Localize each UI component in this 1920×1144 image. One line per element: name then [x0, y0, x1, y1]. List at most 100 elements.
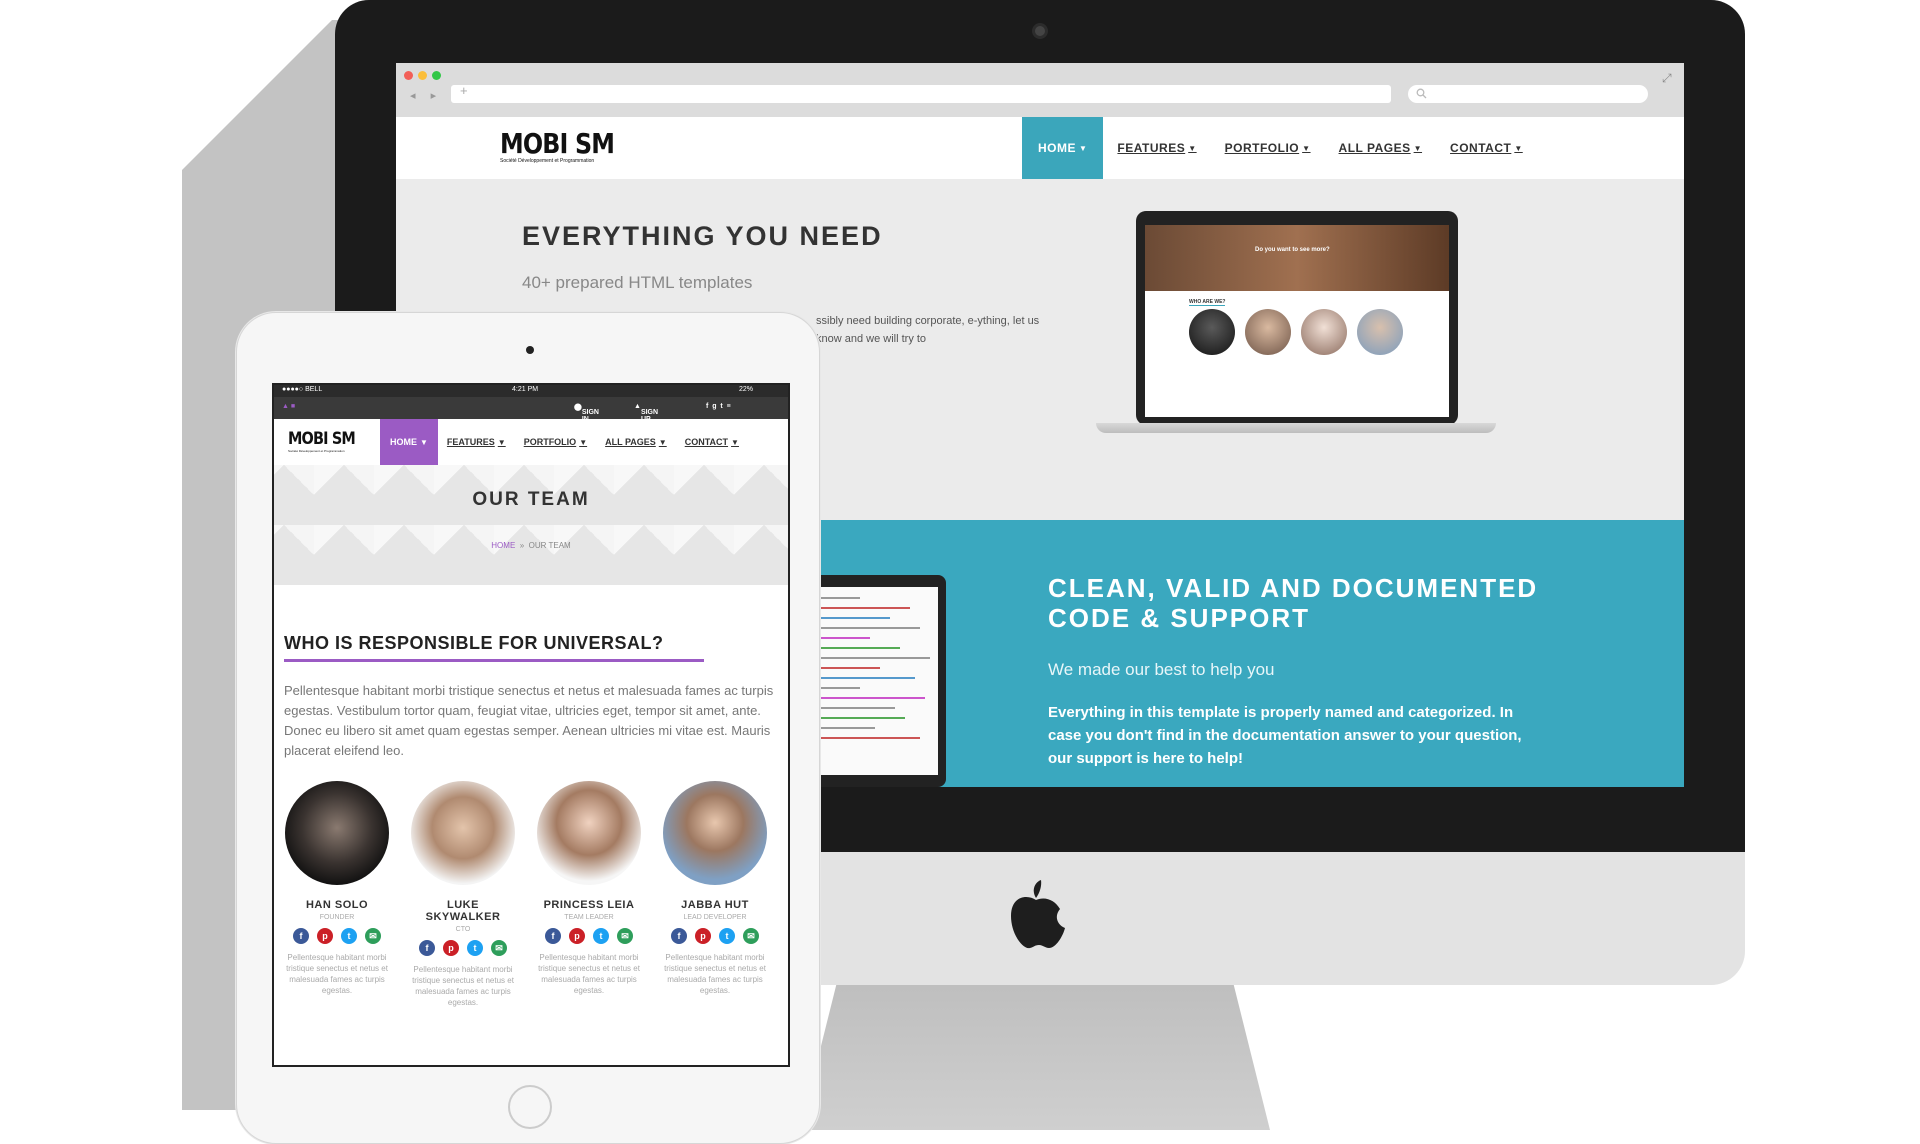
close-window-icon[interactable]: [404, 71, 413, 80]
tablet-nav-features[interactable]: FEATURES ▼: [438, 419, 515, 465]
tablet-logo[interactable]: MOBI SM: [288, 429, 356, 449]
tablet-nav: HOME ▼ FEATURES ▼ PORTFOLIO ▼ ALL PAGES ▼ CO…: [380, 419, 748, 465]
nav-features-label: FEATURES: [1117, 141, 1186, 155]
laptop-banner-text: Do you want to see more?: [1255, 247, 1330, 253]
pinterest-icon[interactable]: p: [443, 940, 459, 956]
hero-title: EVERYTHING YOU NEED: [522, 221, 883, 251]
facebook-icon[interactable]: f: [671, 928, 687, 944]
nav-home[interactable]: HOME ▼: [1022, 117, 1104, 179]
browser-search-input[interactable]: [1408, 85, 1648, 103]
hero-text: ssibly need building corporate, e-ything…: [816, 315, 1040, 345]
breadcrumb-separator: »: [519, 541, 525, 550]
sign-up-link[interactable]: ▲ SIGN UP: [634, 403, 658, 423]
member-blurb: Pellentesque habitant morbi tristique se…: [538, 953, 640, 995]
feature-text: Everything in this template is properly …: [1048, 704, 1522, 767]
feature-title: CLEAN, VALID AND DOCUMENTED CODE & SUPPO…: [1048, 573, 1539, 633]
chevron-down-icon: ▼: [1079, 143, 1088, 153]
ipad-frame: ●●●●○ BELL 4:21 PM 22% ▲ ■ ⬤ SIGN IN ▲ S…: [236, 312, 820, 1144]
site-header: MOBI SM Société Développement et Program…: [396, 117, 1684, 179]
nav-features[interactable]: FEATURES ▼: [1103, 117, 1210, 179]
member-name: HAN SOLO: [305, 899, 369, 911]
logo-text: MOBI SM: [500, 127, 615, 160]
section-title-underline: [284, 659, 704, 662]
clock-label: 4:21 PM: [512, 386, 539, 393]
nav-portfolio[interactable]: PORTFOLIO ▼: [1211, 117, 1325, 179]
tablet-nav-home[interactable]: HOME ▼: [380, 419, 438, 465]
chevron-down-icon: ▼: [1302, 143, 1311, 153]
site-logo[interactable]: MOBI SM Société Développement et Program…: [500, 127, 634, 165]
member-blurb: Pellentesque habitant morbi tristique se…: [412, 965, 514, 1007]
chevron-down-icon: ▼: [1188, 143, 1197, 153]
chevron-down-icon: ▼: [1514, 143, 1523, 153]
member-role: FOUNDER: [319, 914, 355, 921]
minimize-window-icon[interactable]: [418, 71, 427, 80]
twitter-icon[interactable]: t: [593, 928, 609, 944]
facebook-icon[interactable]: f: [293, 928, 309, 944]
tablet-nav-features-label: FEATURES: [446, 437, 495, 447]
sign-in-link[interactable]: ⬤ SIGN IN: [574, 403, 599, 423]
search-icon: [1416, 88, 1427, 99]
tablet-nav-portfolio[interactable]: PORTFOLIO ▼: [515, 419, 596, 465]
breadcrumb-current: OUR TEAM: [528, 541, 571, 550]
chevron-down-icon: ▼: [579, 437, 588, 447]
tablet-nav-home-label: HOME: [390, 437, 417, 447]
twitter-icon[interactable]: t: [719, 928, 735, 944]
feature-subtitle: We made our best to help you: [1048, 660, 1275, 679]
pinterest-icon[interactable]: p: [695, 928, 711, 944]
browser-toolbar: ◂ ▸ + ⤢: [396, 63, 1684, 117]
avatar: [537, 781, 641, 885]
nav-contact-label: CONTACT: [1450, 141, 1512, 155]
maximize-window-icon[interactable]: [432, 71, 441, 80]
team-member-card: LUKE SKYWALKER CTO f p t ✉ Pellentesque …: [408, 781, 518, 1008]
intro-paragraph: Pellentesque habitant morbi tristique se…: [284, 683, 774, 758]
ipad-home-button[interactable]: [508, 1085, 552, 1129]
member-socials: f p t ✉: [534, 928, 644, 944]
avatar: [1245, 309, 1291, 355]
pinterest-icon[interactable]: p: [569, 928, 585, 944]
email-icon[interactable]: ✉: [491, 940, 507, 956]
facebook-icon[interactable]: f: [419, 940, 435, 956]
user-icon[interactable]: ▲ ■: [282, 403, 295, 410]
address-bar[interactable]: [451, 85, 1391, 103]
member-socials: f p t ✉: [282, 928, 392, 944]
email-icon[interactable]: ✉: [617, 928, 633, 944]
avatar: [1357, 309, 1403, 355]
back-forward-icon[interactable]: ◂ ▸: [410, 89, 442, 102]
breadcrumb-home-link[interactable]: HOME: [491, 541, 515, 550]
laptop-screen: Do you want to see more? WHO ARE WE?: [1136, 211, 1458, 425]
fullscreen-icon[interactable]: ⤢: [1662, 71, 1672, 86]
tablet-nav-all-pages[interactable]: ALL PAGES ▼: [596, 419, 676, 465]
nav-all-pages[interactable]: ALL PAGES ▼: [1325, 117, 1437, 179]
tablet-header: MOBI SM Société Développement et Program…: [274, 419, 788, 465]
member-name: JABBA HUT: [681, 899, 749, 911]
avatar: [663, 781, 767, 885]
chevron-down-icon: ▼: [1413, 143, 1423, 153]
hero-subtitle: 40+ prepared HTML templates: [522, 273, 753, 292]
twitter-icon[interactable]: t: [467, 940, 483, 956]
email-icon[interactable]: ✉: [743, 928, 759, 944]
email-icon[interactable]: ✉: [365, 928, 381, 944]
new-tab-icon[interactable]: +: [460, 83, 468, 98]
facebook-icon[interactable]: f: [545, 928, 561, 944]
battery-label: 22%: [739, 386, 754, 393]
avatar: [285, 781, 389, 885]
avatar: [1189, 309, 1235, 355]
member-name: PRINCESS LEIA: [543, 899, 635, 911]
pinterest-icon[interactable]: p: [317, 928, 333, 944]
section-title: WHO IS RESPONSIBLE FOR UNIVERSAL?: [284, 633, 664, 653]
tablet-nav-contact[interactable]: CONTACT ▼: [676, 419, 748, 465]
laptop-banner: Do you want to see more?: [1145, 225, 1449, 291]
member-socials: f p t ✉: [660, 928, 770, 944]
nav-portfolio-label: PORTFOLIO: [1224, 141, 1300, 155]
tablet-nav-all-pages-label: ALL PAGES: [605, 437, 656, 447]
nav-home-label: HOME: [1038, 141, 1076, 155]
twitter-icon[interactable]: t: [341, 928, 357, 944]
status-bar: ●●●●○ BELL 4:21 PM 22%: [274, 385, 788, 397]
main-nav: HOME ▼ FEATURES ▼ PORTFOLIO ▼ ALL PAGES ▼ CO…: [1022, 117, 1537, 179]
member-socials: f p t ✉: [408, 940, 518, 956]
ipad-camera-icon: [526, 346, 534, 354]
social-links-icon[interactable]: f g t ≡: [706, 403, 731, 410]
laptop-base: [1096, 423, 1496, 433]
webcam-icon: [1035, 26, 1045, 36]
nav-contact[interactable]: CONTACT ▼: [1436, 117, 1537, 179]
